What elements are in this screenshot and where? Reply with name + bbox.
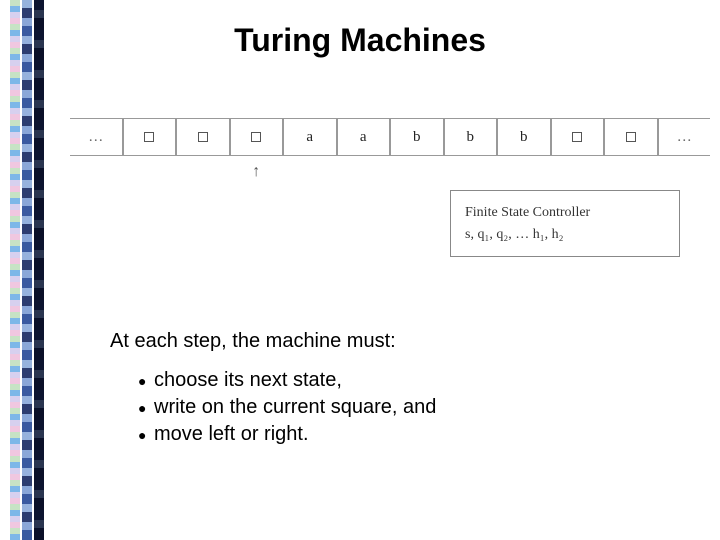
tape-cell: b	[497, 119, 551, 155]
tape-cell: b	[444, 119, 498, 155]
bullet-text: move left or right.	[154, 421, 309, 448]
turing-tape-diagram: … ↑aabbb…	[70, 118, 710, 156]
bullet-dot-icon: ●	[138, 426, 154, 445]
bullet-item: ● write on the current square, and	[138, 394, 650, 421]
tape-cell	[176, 119, 230, 155]
slide-title: Turing Machines	[0, 22, 720, 59]
bullet-dot-icon: ●	[138, 399, 154, 418]
decor-strip	[22, 0, 32, 540]
tape-cell: b	[390, 119, 444, 155]
bullet-item: ● move left or right.	[138, 421, 650, 448]
tape-cell: a	[337, 119, 391, 155]
decor-strip	[10, 0, 20, 540]
slide-body: At each step, the machine must: ● choose…	[110, 330, 650, 448]
decorative-sidebar	[10, 0, 48, 540]
bullet-item: ● choose its next state,	[138, 367, 650, 394]
fsc-states: s, q₁, q₂, … h₁, h₂	[465, 225, 665, 245]
blank-square-icon	[198, 132, 208, 142]
tape-ellipsis-left: …	[70, 119, 123, 155]
tape-cell	[551, 119, 605, 155]
finite-state-controller-box: Finite State Controller s, q₁, q₂, … h₁,…	[450, 190, 680, 257]
tape-head-arrow-icon: ↑	[252, 163, 260, 181]
blank-square-icon	[626, 132, 636, 142]
bullet-text: write on the current square, and	[154, 394, 436, 421]
tape-cell: a	[283, 119, 337, 155]
fsc-title: Finite State Controller	[465, 203, 665, 223]
tape-ellipsis-right: …	[658, 119, 711, 155]
tape-cell	[123, 119, 177, 155]
decor-strip	[34, 0, 44, 540]
blank-square-icon	[572, 132, 582, 142]
bullet-dot-icon: ●	[138, 372, 154, 391]
tape-cell: ↑	[230, 119, 284, 155]
body-lead: At each step, the machine must:	[110, 330, 650, 353]
tape: … ↑aabbb…	[70, 118, 710, 156]
tape-cell	[604, 119, 658, 155]
blank-square-icon	[144, 132, 154, 142]
bullet-text: choose its next state,	[154, 367, 342, 394]
bullet-list: ● choose its next state,● write on the c…	[138, 367, 650, 448]
blank-square-icon	[251, 132, 261, 142]
